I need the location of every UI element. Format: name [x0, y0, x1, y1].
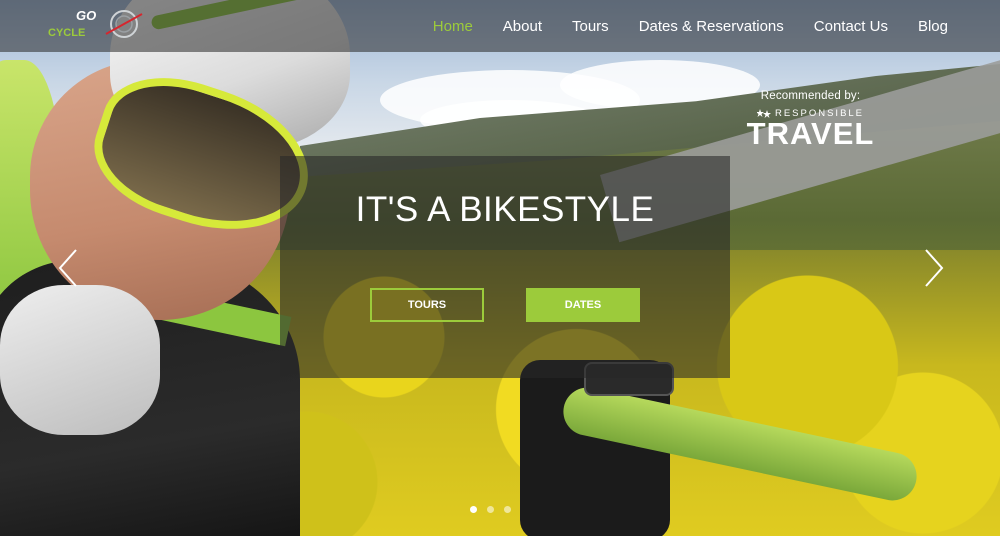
svg-text:CYCLE: CYCLE: [48, 27, 85, 39]
badge-main: TRAVEL: [746, 116, 875, 151]
svg-text:GO: GO: [76, 8, 96, 23]
slider-prev-button[interactable]: [57, 248, 79, 288]
slider-dot[interactable]: [504, 506, 511, 513]
site-logo[interactable]: GO CYCLE: [46, 6, 146, 42]
slider-dot[interactable]: [487, 506, 494, 513]
dates-button[interactable]: DATES: [526, 288, 640, 322]
slider-dot[interactable]: [470, 506, 477, 513]
hero-headline: IT'S A BIKESTYLE: [355, 190, 655, 229]
nav-home[interactable]: Home: [433, 18, 473, 35]
nav-contact-us[interactable]: Contact Us: [814, 18, 888, 35]
bicycle-logo-icon: GO CYCLE: [48, 8, 143, 39]
slider-pagination: [470, 506, 511, 513]
hero-panel: IT'S A BIKESTYLE TOURS DATES: [280, 156, 730, 378]
cyclist-glove: [0, 285, 160, 435]
nav-about[interactable]: About: [503, 18, 542, 35]
chevron-left-icon: [58, 249, 77, 287]
slider-next-button[interactable]: [923, 248, 945, 288]
nav-dates-reservations[interactable]: Dates & Reservations: [639, 18, 784, 35]
top-navigation-bar: GO CYCLE Home About Tours Dates & Reserv…: [0, 0, 1000, 52]
nav-tours[interactable]: Tours: [572, 18, 609, 35]
tours-button[interactable]: TOURS: [370, 288, 484, 322]
badge-label: Recommended by:: [760, 90, 861, 102]
responsible-travel-badge[interactable]: Recommended by: RESPONSIBLE TRAVEL: [743, 90, 878, 151]
nav-blog[interactable]: Blog: [918, 18, 948, 35]
main-nav: Home About Tours Dates & Reservations Co…: [403, 0, 948, 52]
chevron-right-icon: [925, 249, 944, 287]
